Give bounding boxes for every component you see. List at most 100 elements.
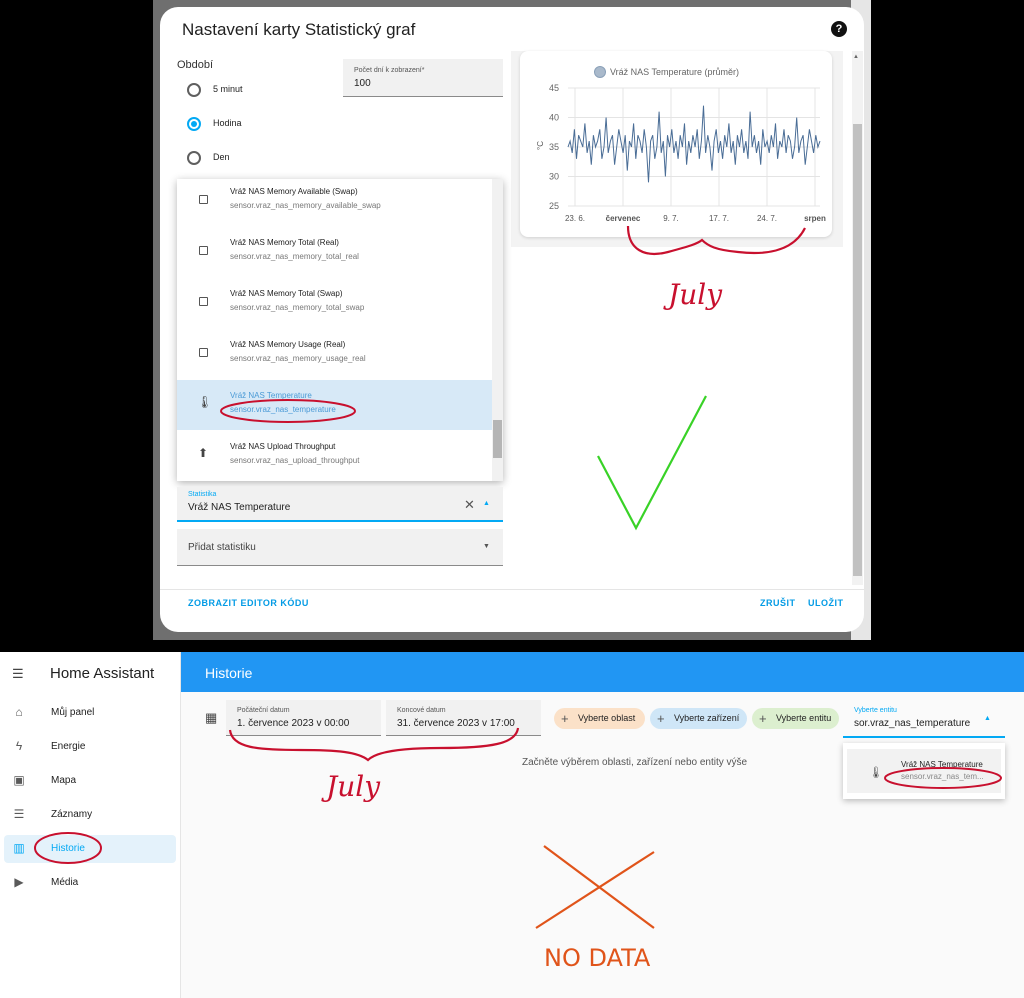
sidebar: ☰ Home Assistant ⌂ Můj panel ϟ Energie ▣ Mapa… xyxy=(0,652,181,998)
sidebar-item-mapa[interactable]: ▣ Mapa xyxy=(4,767,176,795)
entity-select-label: Vyberte entitu xyxy=(854,707,897,714)
entity-select-field[interactable]: Vyberte entitu sor.vraz_nas_temperature … xyxy=(843,702,1005,738)
entity-option[interactable]: 🌡 Vráž NAS Temperature sensor.vraz_nas_t… xyxy=(847,749,1001,793)
end-date-value[interactable]: 31. července 2023 v 17:00 xyxy=(397,718,515,729)
statistic-field-value[interactable]: Vráž NAS Temperature xyxy=(188,502,290,513)
thermometer-icon: 🌡 xyxy=(197,395,213,409)
home-icon: ⌂ xyxy=(15,705,23,719)
scrollbar-thumb[interactable] xyxy=(853,124,862,576)
start-date-field[interactable]: Počáteční datum 1. července 2023 v 00:00 xyxy=(226,700,381,736)
list-scrollbar-thumb[interactable] xyxy=(493,420,502,458)
dialog-screenshot: Nastavení karty Statistický graf ? Obdob… xyxy=(0,0,1024,652)
entity-list-item[interactable]: ⬆ Vráž NAS Upload Throughput sensor.vraz_n… xyxy=(177,431,492,481)
sidebar-item-m-j-panel[interactable]: ⌂ Můj panel xyxy=(4,699,176,727)
x-tick-label: 24. 7. xyxy=(757,214,777,223)
entity-select-dropdown: 🌡 Vráž NAS Temperature sensor.vraz_nas_t… xyxy=(843,743,1005,799)
days-field-value[interactable]: 100 xyxy=(354,78,371,89)
sidebar-item-label: Historie xyxy=(51,843,85,854)
start-date-value[interactable]: 1. července 2023 v 00:00 xyxy=(237,718,349,729)
sidebar-item-label: Můj panel xyxy=(51,707,95,718)
x-tick-label: 23. 6. xyxy=(565,214,585,223)
map-icon: ▣ xyxy=(13,773,25,787)
lightning-icon: ϟ xyxy=(15,739,23,753)
entity-name: Vráž NAS Memory Total (Real) xyxy=(230,238,339,247)
entity-name: Vráž NAS Memory Usage (Real) xyxy=(230,340,346,349)
radio-label: 5 minut xyxy=(213,84,243,94)
radio-circle[interactable] xyxy=(187,83,201,97)
y-tick-label: 25 xyxy=(549,201,559,211)
select-entity-button[interactable]: + Vyberte entitu xyxy=(752,708,839,729)
entity-list-item[interactable]: Vráž NAS Memory Usage (Real) sensor.vraz_… xyxy=(177,329,492,379)
entity-id: sensor.vraz_nas_memory_usage_real xyxy=(230,354,366,363)
sidebar-item-historie[interactable]: ▥ Historie xyxy=(4,835,176,863)
sidebar-item-z-znamy[interactable]: ☰ Záznamy xyxy=(4,801,176,829)
legend-label[interactable]: Vráž NAS Temperature (průměr) xyxy=(610,67,739,77)
chevron-up-icon[interactable]: ▲ xyxy=(984,715,991,722)
x-tick-label: srpen xyxy=(804,214,826,223)
chip-icon xyxy=(197,242,209,256)
chevron-down-icon[interactable]: ▼ xyxy=(483,543,490,550)
entity-option-id: sensor.vraz_nas_tem... xyxy=(901,772,984,781)
sidebar-item-label: Mapa xyxy=(51,775,77,786)
save-button[interactable]: ULOŽIT xyxy=(808,598,844,608)
scroll-up-arrow[interactable]: ▲ xyxy=(853,54,859,60)
entity-name: Vráž NAS Memory Available (Swap) xyxy=(230,187,358,196)
sidebar-item-label: Energie xyxy=(51,741,86,752)
entity-list-item[interactable]: Vráž NAS Memory Total (Swap) sensor.vraz_… xyxy=(177,278,492,328)
select-device-button[interactable]: + Vyberte zařízení xyxy=(650,708,747,729)
y-tick-label: 40 xyxy=(549,113,559,123)
end-date-field[interactable]: Koncové datum 31. července 2023 v 17:00 xyxy=(386,700,541,736)
y-axis-label: °C xyxy=(536,141,545,150)
start-date-label: Počáteční datum xyxy=(237,707,290,714)
days-field-label: Počet dní k zobrazení* xyxy=(354,67,425,74)
chip-icon xyxy=(197,293,209,307)
legend-swatch[interactable] xyxy=(594,66,606,78)
list-scrollbar[interactable] xyxy=(492,179,503,481)
app-title: Home Assistant xyxy=(50,665,155,682)
sidebar-item-m-dia[interactable]: ▶ Média xyxy=(4,869,176,897)
entity-list-item[interactable]: 🌡 Vráž NAS Temperature sensor.vraz_nas_tem… xyxy=(177,380,492,430)
upload-icon: ⬆ xyxy=(197,446,209,460)
end-date-label: Koncové datum xyxy=(397,707,446,714)
dialog-title: Nastavení karty Statistický graf xyxy=(182,20,416,39)
dialog-scrollbar[interactable]: ▲ xyxy=(852,51,863,585)
clear-icon[interactable]: ✕ xyxy=(464,497,475,513)
list-icon: ☰ xyxy=(13,807,25,821)
history-screenshot: ☰ Home Assistant ⌂ Můj panel ϟ Energie ▣ Mapa… xyxy=(0,652,1024,998)
entity-list-item[interactable]: Vráž NAS Memory Available (Swap) sensor.v… xyxy=(177,179,492,226)
page-title: Historie xyxy=(205,665,253,681)
select-area-button[interactable]: + Vyberte oblast xyxy=(554,708,645,729)
x-tick-label: 9. 7. xyxy=(663,214,679,223)
days-to-show-field[interactable]: Počet dní k zobrazení* 100 xyxy=(343,59,503,97)
radio-label: Den xyxy=(213,152,230,162)
help-icon[interactable]: ? xyxy=(831,21,847,37)
statistic-field-label: Statistika xyxy=(188,491,217,498)
radio-circle-selected[interactable] xyxy=(187,117,201,131)
chip-icon xyxy=(197,344,209,358)
radio-circle[interactable] xyxy=(187,151,201,165)
sidebar-item-label: Záznamy xyxy=(51,809,93,820)
top-header: Historie xyxy=(181,652,1024,692)
entity-dropdown-list: Vráž NAS Memory Available (Swap) sensor.v… xyxy=(177,179,503,481)
menu-icon[interactable]: ☰ xyxy=(12,666,24,682)
dialog-footer-divider xyxy=(160,589,864,590)
entity-name: Vráž NAS Temperature xyxy=(230,391,312,400)
entity-id: sensor.vraz_nas_memory_total_real xyxy=(230,252,359,261)
statistics-graph-card-dialog: Nastavení karty Statistický graf ? Obdob… xyxy=(160,7,864,632)
plus-icon: + xyxy=(657,711,665,726)
add-statistic-field[interactable]: Přidat statistiku ▼ xyxy=(177,529,503,566)
entity-option-name: Vráž NAS Temperature xyxy=(901,760,983,769)
cancel-button[interactable]: ZRUŠIT xyxy=(760,598,796,608)
entity-select-value[interactable]: sor.vraz_nas_temperature xyxy=(854,718,970,729)
chevron-up-icon[interactable]: ▲ xyxy=(483,500,490,507)
entity-list-item[interactable]: Vráž NAS Memory Total (Real) sensor.vraz_… xyxy=(177,227,492,277)
y-tick-label: 35 xyxy=(549,142,559,152)
pill-label: Vyberte entitu xyxy=(776,713,832,723)
statistic-field[interactable]: Statistika Vráž NAS Temperature ✕ ▲ xyxy=(177,487,503,522)
entity-name: Vráž NAS Upload Throughput xyxy=(230,442,336,451)
show-code-editor-button[interactable]: ZOBRAZIT EDITOR KÓDU xyxy=(188,598,309,608)
entity-id: sensor.vraz_nas_memory_available_swap xyxy=(230,201,381,210)
calendar-icon[interactable]: ▦ xyxy=(205,710,217,726)
sidebar-item-energie[interactable]: ϟ Energie xyxy=(4,733,176,761)
temperature-chart: 45 40 35 30 25 23. 6. červenec 9. 7. 17. 7. 24. … xyxy=(536,66,826,223)
